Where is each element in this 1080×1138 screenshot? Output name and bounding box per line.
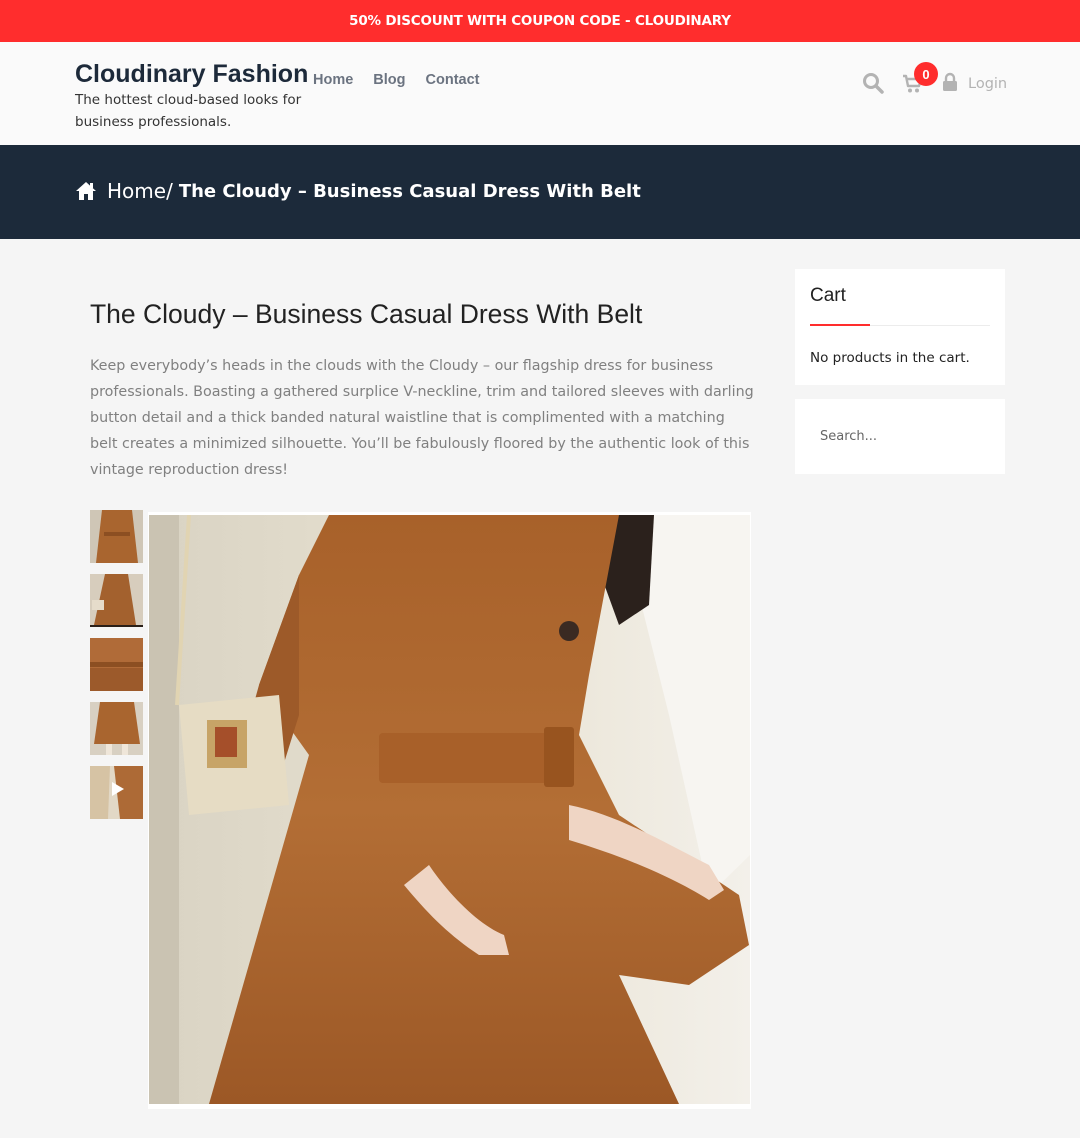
site-header: Cloudinary Fashion The hottest cloud-bas… — [0, 42, 1080, 145]
nav-contact[interactable]: Contact — [426, 72, 480, 88]
home-icon[interactable] — [75, 181, 97, 201]
search-icon[interactable] — [862, 72, 884, 94]
breadcrumb-bar: Home / The Cloudy – Business Casual Dres… — [0, 145, 1080, 239]
nav-home[interactable]: Home — [313, 72, 353, 88]
breadcrumb-home[interactable]: Home — [107, 179, 166, 203]
product-main-image[interactable] — [148, 512, 751, 1109]
thumbnail-3[interactable] — [90, 638, 143, 691]
breadcrumb-separator: / — [166, 179, 173, 203]
cart-widget-title: Cart — [810, 285, 846, 306]
breadcrumb: Home / The Cloudy – Business Casual Dres… — [75, 179, 641, 203]
promo-text: 50% DISCOUNT WITH COUPON CODE - CLOUDINA… — [349, 13, 731, 29]
cart-empty-message: No products in the cart. — [810, 350, 970, 366]
login-link[interactable]: Login — [968, 76, 1007, 92]
thumbnail-2[interactable] — [90, 574, 143, 627]
thumbnail-1[interactable] — [90, 510, 143, 563]
thumbnail-video[interactable] — [90, 766, 143, 819]
main-nav: Home Blog Contact — [313, 72, 480, 88]
product-title: The Cloudy – Business Casual Dress With … — [90, 299, 643, 329]
brand-name[interactable]: Cloudinary Fashion — [75, 60, 308, 88]
cart-count-badge[interactable]: 0 — [914, 62, 938, 86]
cart-divider-accent — [810, 324, 870, 326]
brand[interactable]: Cloudinary Fashion The hottest cloud-bas… — [75, 60, 308, 133]
lock-icon — [943, 72, 957, 91]
search-widget — [795, 399, 1005, 474]
product-description: Keep everybody’s heads in the clouds wit… — [90, 358, 754, 478]
thumbnail-4[interactable] — [90, 702, 143, 755]
cart-widget: Cart No products in the cart. — [795, 269, 1005, 385]
nav-blog[interactable]: Blog — [373, 72, 405, 88]
breadcrumb-current: The Cloudy – Business Casual Dress With … — [178, 180, 641, 202]
promo-banner: 50% DISCOUNT WITH COUPON CODE - CLOUDINA… — [0, 0, 1080, 42]
brand-tagline: The hottest cloud-based looks for busine… — [75, 92, 302, 130]
header-actions: 0 Login — [862, 62, 1012, 100]
search-input[interactable] — [810, 419, 990, 453]
